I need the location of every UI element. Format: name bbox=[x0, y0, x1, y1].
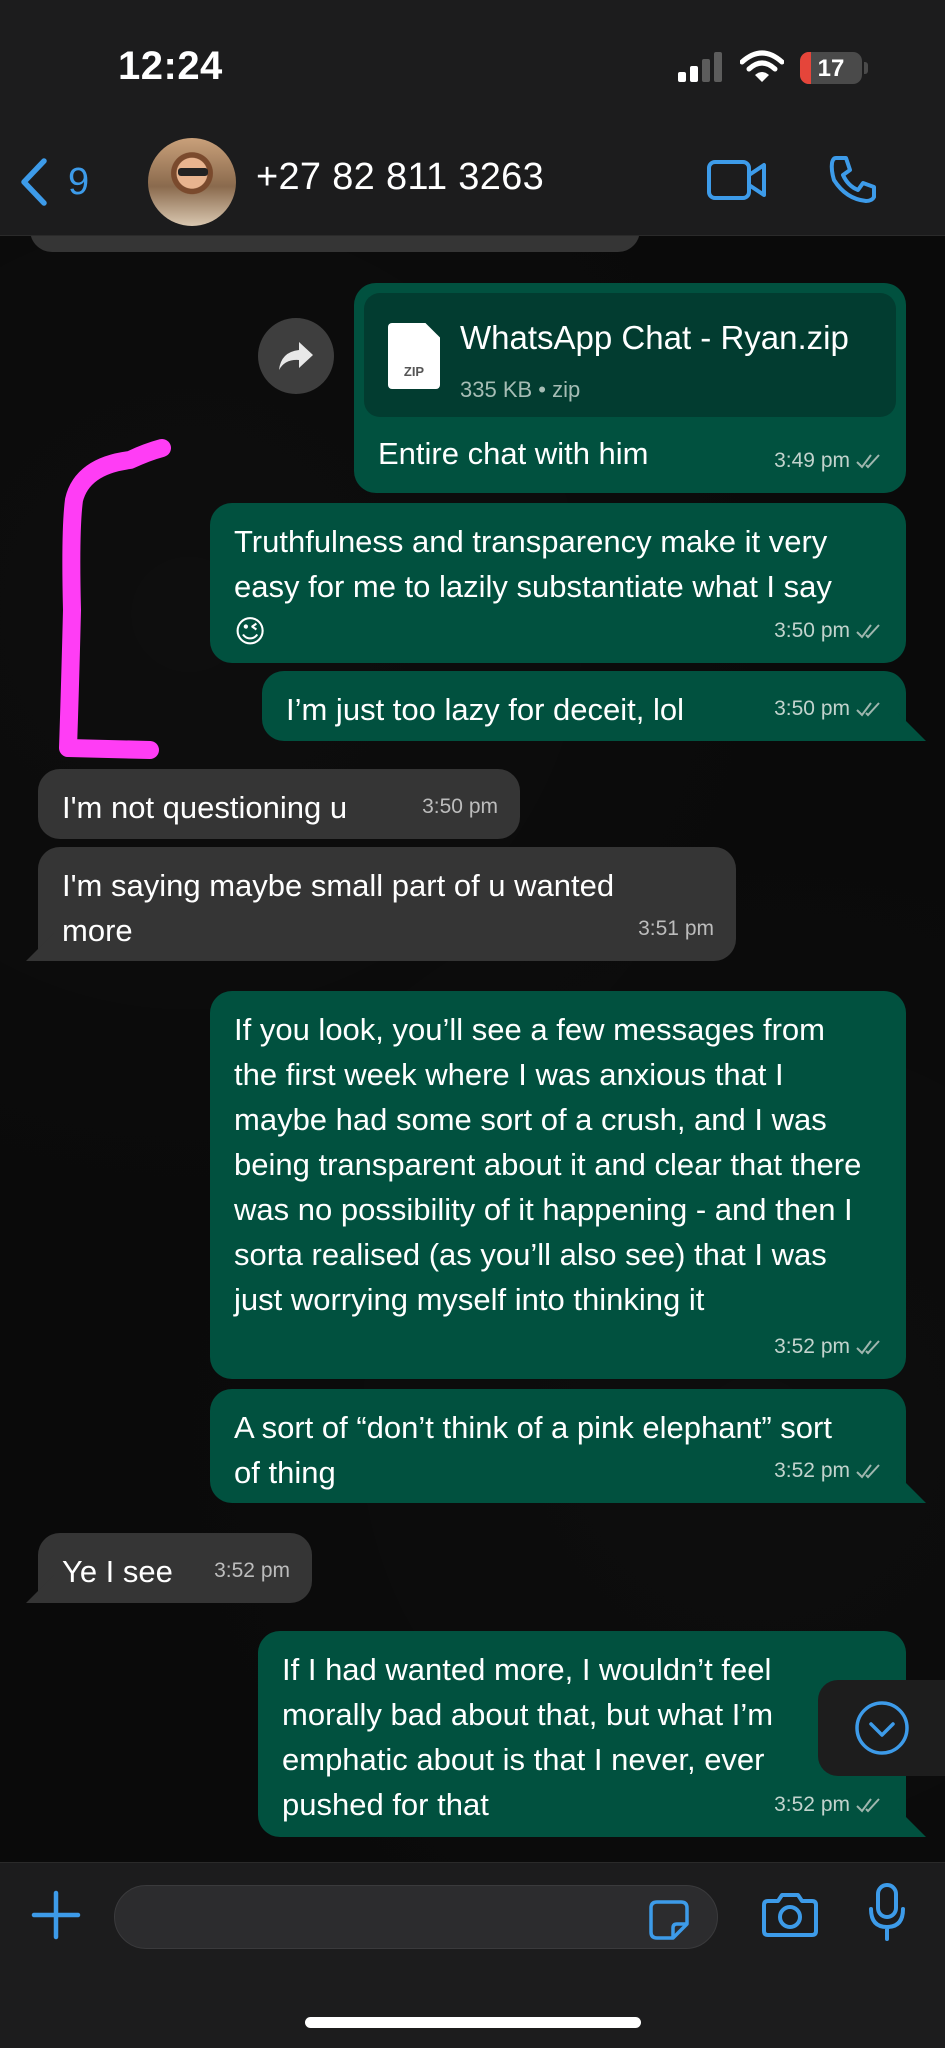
double-check-icon bbox=[856, 1339, 880, 1355]
share-arrow-icon bbox=[279, 342, 313, 370]
message-time: 3:49 pm bbox=[774, 449, 850, 472]
file-size: 335 KB • zip bbox=[460, 377, 581, 402]
home-indicator[interactable] bbox=[305, 2017, 641, 2028]
contact-avatar[interactable] bbox=[148, 138, 236, 226]
chevron-down-circle-icon bbox=[854, 1701, 909, 1755]
message-meta: 3:50 pm bbox=[774, 686, 884, 731]
double-check-icon bbox=[856, 1797, 880, 1813]
message-meta: 3:52 pm bbox=[214, 1548, 290, 1593]
chat-header: 12:24 17 9 +27 82 811 3263 bbox=[0, 0, 945, 236]
message-bubble-incoming[interactable]: I'm saying maybe small part of u wanted … bbox=[38, 847, 736, 961]
message-time: 3:50 pm bbox=[774, 619, 850, 642]
message-bubble-outgoing[interactable]: If you look, you’ll see a few messages f… bbox=[210, 991, 906, 1379]
message-time: 3:52 pm bbox=[214, 1559, 290, 1582]
message-meta: 3:50 pm bbox=[774, 608, 884, 653]
message-time: 3:50 pm bbox=[774, 697, 850, 720]
file-name: WhatsApp Chat - Ryan.zip bbox=[460, 319, 849, 356]
message-bubble-outgoing[interactable]: ZIP WhatsApp Chat - Ryan.zip 335 KB • zi… bbox=[354, 283, 906, 493]
double-check-icon bbox=[856, 701, 880, 717]
message-text: If you look, you’ll see a few messages f… bbox=[234, 1012, 862, 1317]
plus-icon[interactable] bbox=[30, 1889, 82, 1941]
pink-bracket-annotation bbox=[59, 439, 171, 759]
message-meta: 3:52 pm bbox=[774, 1448, 884, 1493]
wifi-icon bbox=[740, 50, 784, 82]
status-time: 12:24 bbox=[118, 44, 223, 88]
message-time: 3:52 pm bbox=[774, 1793, 850, 1816]
message-time: 3:52 pm bbox=[774, 1459, 850, 1482]
file-caption: Entire chat with him bbox=[378, 436, 649, 471]
message-input-bar bbox=[0, 1862, 945, 2048]
double-check-icon bbox=[856, 623, 880, 639]
forward-button[interactable] bbox=[258, 318, 334, 394]
message-time: 3:52 pm bbox=[774, 1335, 850, 1358]
camera-icon[interactable] bbox=[762, 1891, 818, 1937]
scroll-to-bottom-button[interactable] bbox=[818, 1680, 945, 1776]
video-camera-icon[interactable] bbox=[706, 158, 768, 202]
sticker-icon[interactable] bbox=[647, 1898, 691, 1942]
message-meta: 3:49 pm bbox=[774, 438, 884, 483]
contact-name[interactable]: +27 82 811 3263 bbox=[256, 156, 544, 199]
back-button[interactable]: 9 bbox=[18, 152, 108, 212]
message-input[interactable] bbox=[114, 1885, 718, 1949]
message-bubble-incoming[interactable]: Ye I see 3:52 pm bbox=[38, 1533, 312, 1603]
cellular-signal-icon bbox=[678, 52, 722, 82]
message-time: 3:50 pm bbox=[422, 795, 498, 818]
file-attachment[interactable]: ZIP WhatsApp Chat - Ryan.zip 335 KB • zi… bbox=[364, 293, 896, 417]
battery-nub bbox=[864, 62, 868, 74]
message-text: I'm saying maybe small part of u wanted … bbox=[62, 868, 615, 948]
message-bubble-outgoing[interactable]: A sort of “don’t think of a pink elephan… bbox=[210, 1389, 906, 1503]
zip-file-icon: ZIP bbox=[388, 323, 440, 389]
phone-icon[interactable] bbox=[828, 154, 878, 204]
avatar-sunglasses bbox=[178, 168, 208, 176]
message-bubble-incoming[interactable]: I'm not questioning u 3:50 pm bbox=[38, 769, 520, 839]
message-meta: 3:52 pm bbox=[774, 1782, 884, 1827]
message-bubble-outgoing[interactable]: If I had wanted more, I wouldn’t feel mo… bbox=[258, 1631, 906, 1837]
message-time: 3:51 pm bbox=[638, 917, 714, 940]
chevron-left-icon bbox=[21, 158, 47, 206]
double-check-icon bbox=[856, 453, 880, 469]
message-bubble-outgoing[interactable]: Truthfulness and transparency make it ve… bbox=[210, 503, 906, 663]
message-meta: 3:52 pm bbox=[774, 1324, 884, 1369]
battery-level-text: 17 bbox=[817, 55, 845, 82]
unread-count: 9 bbox=[68, 160, 90, 203]
double-check-icon bbox=[856, 1463, 880, 1479]
battery-indicator: 17 bbox=[800, 52, 862, 84]
message-meta: 3:50 pm bbox=[422, 784, 498, 829]
message-bubble-outgoing[interactable]: I’m just too lazy for deceit, lol 3:50 p… bbox=[262, 671, 906, 741]
microphone-icon[interactable] bbox=[868, 1883, 906, 1943]
message-meta: 3:51 pm bbox=[638, 906, 714, 951]
